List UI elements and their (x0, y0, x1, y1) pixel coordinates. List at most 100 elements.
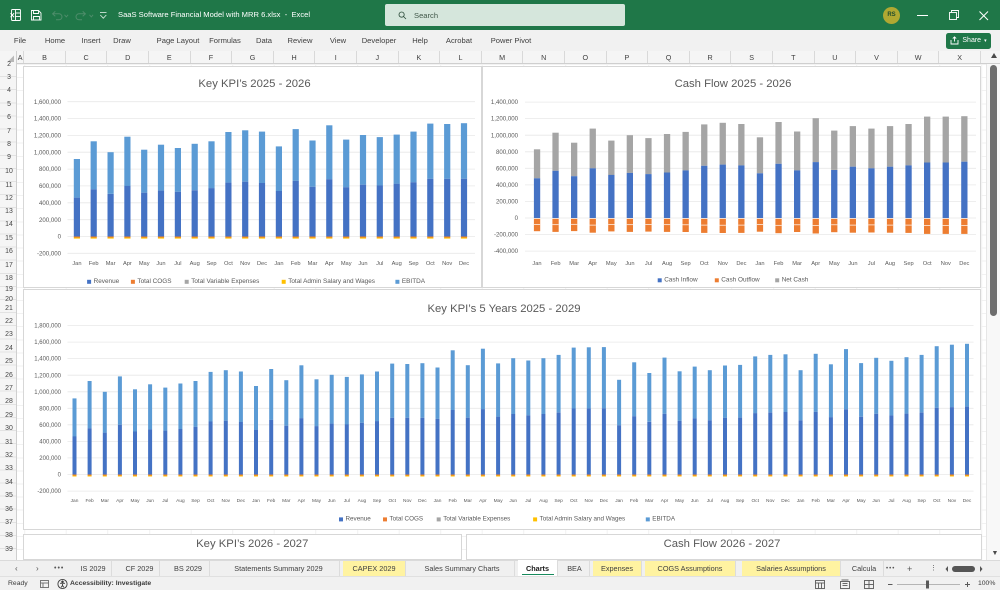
svg-text:Feb: Feb (290, 261, 300, 267)
svg-text:Dec: Dec (236, 498, 245, 504)
svg-text:Oct: Oct (751, 498, 759, 504)
svg-text:200,000: 200,000 (496, 199, 519, 206)
svg-text:Jan: Jan (532, 261, 541, 267)
svg-text:May: May (856, 498, 866, 504)
svg-text:Oct: Oct (425, 261, 434, 267)
svg-text:Nov: Nov (584, 498, 593, 504)
svg-text:Jan: Jan (433, 498, 441, 504)
svg-text:Sep: Sep (554, 498, 563, 504)
svg-text:Mar: Mar (645, 498, 654, 504)
svg-text:Apr: Apr (660, 498, 668, 504)
svg-text:May: May (606, 261, 617, 267)
svg-text:1,400,000: 1,400,000 (491, 99, 519, 106)
svg-text:Apr: Apr (122, 261, 131, 267)
svg-text:Total COGS: Total COGS (137, 278, 171, 285)
svg-text:Cash Flow 2025 - 2026: Cash Flow 2025 - 2026 (675, 78, 792, 90)
svg-text:1,600,000: 1,600,000 (33, 99, 61, 106)
svg-text:EBITDA: EBITDA (652, 515, 676, 522)
svg-text:Key KPI’s 2025 - 2026: Key KPI’s 2025 - 2026 (198, 78, 310, 90)
svg-text:Aug: Aug (357, 498, 366, 504)
svg-text:Oct: Oct (700, 261, 709, 267)
svg-text:400,000: 400,000 (38, 200, 61, 207)
svg-text:Jan: Jan (796, 498, 804, 504)
svg-text:Aug: Aug (885, 261, 895, 267)
svg-text:May: May (311, 498, 321, 504)
svg-text:400,000: 400,000 (496, 182, 519, 189)
svg-text:Sep: Sep (191, 498, 200, 504)
svg-text:400,000: 400,000 (39, 439, 61, 445)
svg-text:Jun: Jun (156, 261, 165, 267)
svg-text:1,000,000: 1,000,000 (33, 149, 61, 156)
svg-text:Feb: Feb (448, 498, 457, 504)
svg-text:1,000,000: 1,000,000 (491, 132, 519, 139)
svg-text:1,400,000: 1,400,000 (34, 356, 61, 362)
svg-text:Jul: Jul (376, 261, 383, 267)
svg-text:Nov: Nov (240, 261, 250, 267)
svg-text:Revenue: Revenue (93, 278, 119, 285)
svg-text:Aug: Aug (176, 498, 185, 504)
svg-text:Mar: Mar (100, 498, 109, 504)
svg-text:800,000: 800,000 (496, 149, 519, 156)
svg-text:800,000: 800,000 (38, 166, 61, 173)
svg-text:Aug: Aug (662, 261, 672, 267)
svg-text:Mar: Mar (569, 261, 579, 267)
svg-text:Mar: Mar (463, 498, 472, 504)
svg-text:1,000,000: 1,000,000 (34, 389, 61, 395)
svg-text:Dec: Dec (781, 498, 790, 504)
svg-text:Feb: Feb (267, 498, 276, 504)
svg-text:0: 0 (57, 472, 61, 478)
svg-text:Jun: Jun (625, 261, 634, 267)
svg-text:Jul: Jul (888, 498, 894, 504)
svg-text:Sep: Sep (681, 261, 691, 267)
svg-text:Jun: Jun (327, 498, 335, 504)
svg-text:-200,000: -200,000 (494, 232, 519, 239)
svg-text:Apr: Apr (324, 261, 333, 267)
svg-text:Mar: Mar (282, 498, 291, 504)
svg-text:Nov: Nov (403, 498, 412, 504)
svg-text:-400,000: -400,000 (494, 248, 519, 255)
svg-text:Oct: Oct (206, 498, 214, 504)
svg-text:Aug: Aug (539, 498, 548, 504)
svg-text:Jun: Jun (358, 261, 367, 267)
svg-text:600,000: 600,000 (38, 183, 61, 190)
svg-text:Feb: Feb (811, 498, 820, 504)
svg-text:Key KPI’s 5 Years 2025 - 2029: Key KPI’s 5 Years 2025 - 2029 (427, 303, 580, 315)
svg-text:Nov: Nov (718, 261, 728, 267)
svg-text:EBITDA: EBITDA (401, 278, 425, 285)
svg-text:1,200,000: 1,200,000 (491, 116, 519, 123)
svg-text:Apr: Apr (297, 498, 305, 504)
svg-text:Apr: Apr (479, 498, 487, 504)
svg-text:Jun: Jun (146, 498, 154, 504)
svg-text:0: 0 (515, 215, 519, 222)
svg-text:May: May (493, 498, 503, 504)
svg-text:Apr: Apr (588, 261, 597, 267)
svg-text:Dec: Dec (736, 261, 746, 267)
svg-text:Mar: Mar (826, 498, 835, 504)
svg-text:1,200,000: 1,200,000 (33, 133, 61, 140)
svg-text:Aug: Aug (189, 261, 199, 267)
svg-text:Total COGS: Total COGS (389, 515, 423, 522)
svg-text:Oct: Oct (388, 498, 396, 504)
svg-text:Nov: Nov (941, 261, 951, 267)
svg-text:Dec: Dec (458, 261, 468, 267)
svg-text:Feb: Feb (88, 261, 98, 267)
svg-text:Feb: Feb (630, 498, 639, 504)
svg-text:Dec: Dec (599, 498, 608, 504)
svg-text:Oct: Oct (223, 261, 232, 267)
svg-text:0: 0 (57, 234, 61, 241)
svg-text:Total Variable Expenses: Total Variable Expenses (443, 515, 510, 522)
svg-text:Jan: Jan (615, 498, 623, 504)
svg-text:May: May (340, 261, 351, 267)
svg-text:Total Admin Salary and Wages: Total Admin Salary and Wages (539, 515, 625, 522)
svg-text:Mar: Mar (307, 261, 317, 267)
svg-text:Apr: Apr (116, 498, 124, 504)
svg-text:Dec: Dec (959, 261, 969, 267)
svg-text:1,400,000: 1,400,000 (33, 116, 61, 123)
svg-text:Net Cash: Net Cash (782, 277, 809, 284)
svg-text:May: May (130, 498, 140, 504)
svg-text:May: May (138, 261, 149, 267)
svg-text:Nov: Nov (947, 498, 956, 504)
svg-text:Jul: Jul (868, 261, 875, 267)
svg-text:Jul: Jul (645, 261, 652, 267)
svg-text:200,000: 200,000 (38, 217, 61, 224)
